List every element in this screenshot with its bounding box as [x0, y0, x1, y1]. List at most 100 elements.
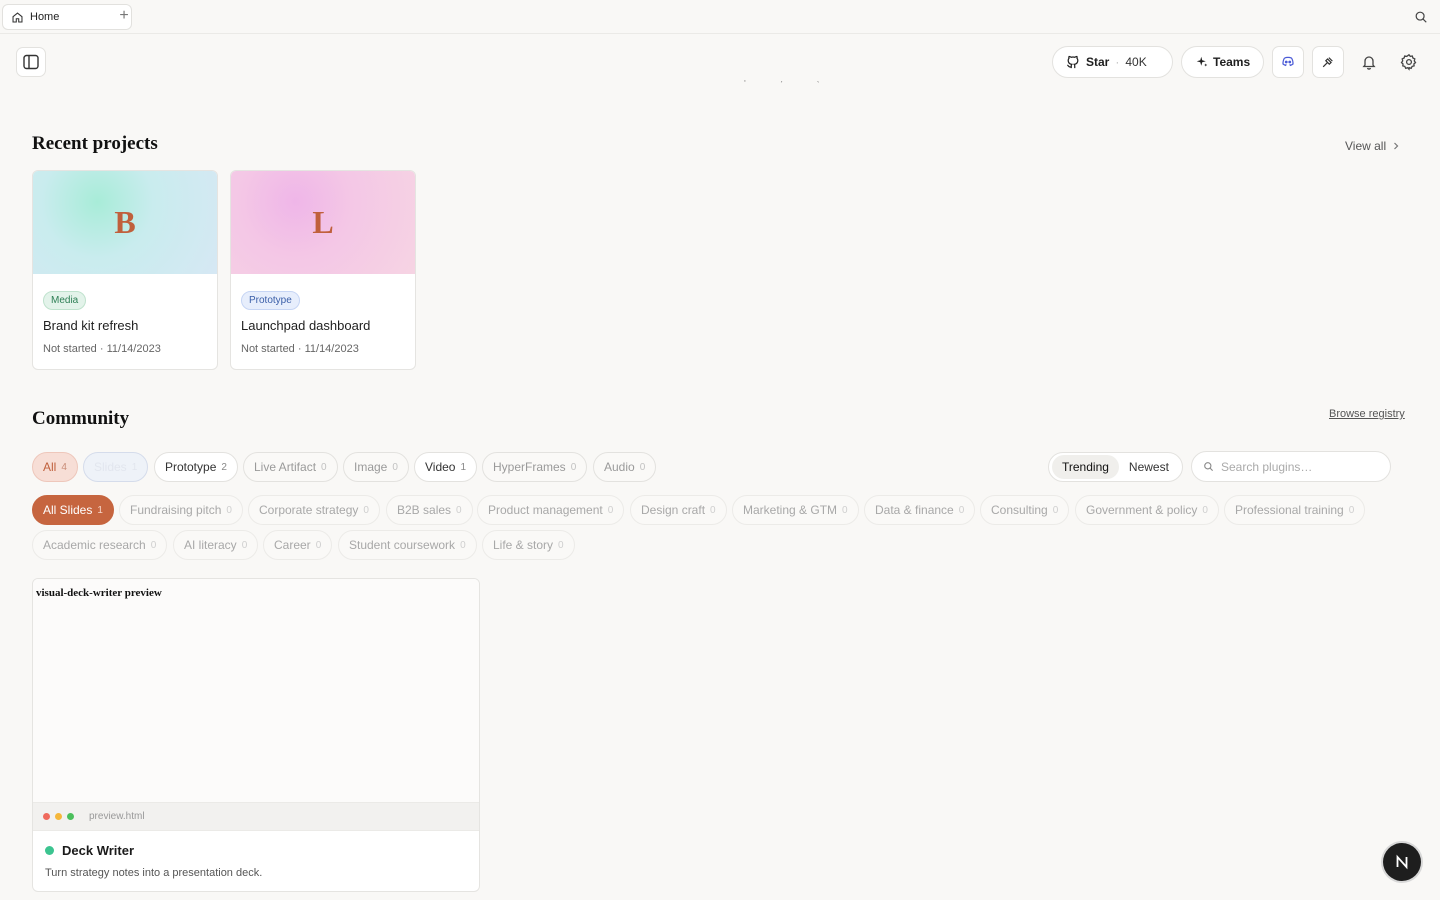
discord-icon — [1282, 56, 1294, 67]
filter-chip-prototype[interactable]: Prototype 2 — [154, 452, 238, 482]
chip-count: 0 — [392, 461, 398, 473]
project-card[interactable]: B Media Brand kit refresh Not started · … — [32, 170, 218, 370]
chip-label: Consulting — [991, 503, 1048, 517]
settings-button[interactable] — [1400, 53, 1418, 71]
category-chip-academic-research[interactable]: Academic research 0 — [32, 530, 168, 560]
tools-button[interactable] — [1312, 46, 1344, 78]
chip-count: 0 — [315, 539, 322, 551]
category-chip-professional-training[interactable]: Professional training 0 — [1224, 495, 1366, 525]
category-chip-ai-literacy[interactable]: AI literacy 0 — [173, 530, 259, 560]
project-thumbnail: L — [231, 171, 415, 274]
n-logo-icon — [1396, 854, 1408, 870]
chip-label: Data & finance — [875, 503, 954, 517]
chip-count: 0 — [150, 539, 157, 551]
discord-button[interactable] — [1272, 46, 1304, 78]
search-icon — [1204, 462, 1214, 472]
chip-count: 0 — [558, 539, 564, 551]
filter-chip-slides[interactable]: Slides 1 — [83, 452, 149, 482]
chip-label: Career — [274, 538, 311, 552]
chip-count: 4 — [61, 461, 67, 473]
filter-chip-live-artifact[interactable]: Live Artifact 0 — [243, 452, 338, 482]
category-chip-corporate-strategy[interactable]: Corporate strategy 0 — [248, 495, 380, 525]
search-icon[interactable] — [1414, 10, 1428, 24]
chip-count: 2 — [221, 461, 227, 473]
chip-label: Corporate strategy — [259, 503, 359, 517]
search-plugins-input[interactable] — [1221, 459, 1381, 474]
github-star-button[interactable]: Star · 40K — [1052, 46, 1173, 78]
chip-count: 1 — [97, 504, 103, 516]
browse-registry-link[interactable]: Browse registry — [1329, 408, 1405, 420]
chip-count: 0 — [241, 539, 248, 551]
window-close-dot — [43, 813, 50, 820]
chip-count: 0 — [456, 504, 462, 516]
category-chip-product-management[interactable]: Product management 0 — [477, 495, 625, 525]
chip-count: 0 — [1348, 504, 1355, 516]
window-maximize-dot — [67, 813, 74, 820]
category-chip-data-finance[interactable]: Data & finance 0 — [864, 495, 976, 525]
plugin-name: Deck Writer — [62, 843, 135, 858]
category-chip-student-coursework[interactable]: Student coursework 0 — [338, 530, 477, 560]
plugin-card[interactable]: visual-deck-writer preview preview.html … — [32, 578, 480, 892]
chip-count: 0 — [1202, 504, 1208, 516]
chip-label: Academic research — [43, 538, 146, 552]
project-status: Not started — [241, 343, 295, 355]
teams-button[interactable]: Teams — [1181, 46, 1264, 78]
chip-label: Government & policy — [1086, 503, 1198, 517]
category-chip-fundraising-pitch[interactable]: Fundraising pitch 0 — [119, 495, 243, 525]
project-meta: Not started · 11/14/2023 — [43, 343, 161, 355]
sort-newest-button[interactable]: Newest — [1119, 455, 1179, 479]
category-chip-design-craft[interactable]: Design craft 0 — [630, 495, 727, 525]
project-date: 11/14/2023 — [304, 343, 359, 355]
chip-count: 0 — [226, 504, 232, 516]
chip-count: 1 — [460, 461, 467, 473]
chip-count: 0 — [958, 504, 965, 516]
view-all-link[interactable]: View all — [1345, 139, 1400, 153]
category-chip-consulting[interactable]: Consulting 0 — [980, 495, 1070, 525]
sparkle-icon — [1196, 56, 1208, 67]
bell-icon — [1362, 56, 1376, 70]
hammer-icon — [1322, 57, 1333, 68]
filter-chip-all[interactable]: All 4 — [32, 452, 78, 482]
chip-count: 0 — [842, 504, 848, 516]
category-chip-all-slides[interactable]: All Slides 1 — [32, 495, 114, 525]
sort-toggle: Trending Newest — [1048, 452, 1183, 482]
status-dot — [45, 846, 54, 855]
category-chip-government-policy[interactable]: Government & policy 0 — [1075, 495, 1219, 525]
chip-label: AI literacy — [184, 538, 237, 552]
new-tab-button[interactable]: + — [116, 8, 132, 24]
sort-trending-button[interactable]: Trending — [1052, 455, 1119, 479]
view-all-label: View all — [1345, 139, 1387, 153]
chip-count: 0 — [607, 504, 614, 516]
chip-count: 0 — [321, 461, 327, 473]
chip-label: All Slides — [43, 503, 93, 517]
filter-chip-hyperframes[interactable]: HyperFrames 0 — [482, 452, 588, 482]
star-label: Star — [1086, 55, 1110, 69]
notifications-button[interactable] — [1360, 53, 1378, 71]
project-status: Not started — [43, 343, 97, 355]
filter-chip-audio[interactable]: Audio 0 — [593, 452, 657, 482]
project-card[interactable]: L Prototype Launchpad dashboard Not star… — [230, 170, 416, 370]
category-chip-marketing-gtm[interactable]: Marketing & GTM 0 — [732, 495, 859, 525]
search-plugins-field — [1191, 451, 1391, 482]
tab-home[interactable]: Home — [2, 4, 132, 30]
next-devtools-button[interactable] — [1383, 843, 1421, 881]
github-icon — [1067, 55, 1079, 69]
star-count: 40K — [1125, 55, 1147, 69]
filter-chip-image[interactable]: Image 0 — [343, 452, 409, 482]
chip-label: Image — [354, 460, 388, 474]
chip-label: Prototype — [165, 460, 217, 474]
category-chip-b2b-sales[interactable]: B2B sales 0 — [386, 495, 473, 525]
tab-bar: Home + — [0, 0, 1440, 34]
category-chip-life-story[interactable]: Life & story 0 — [482, 530, 575, 560]
project-thumbnail: B — [33, 171, 217, 274]
project-tag: Media — [43, 291, 87, 310]
chevron-right-icon — [1394, 142, 1399, 150]
plugin-name-row: Deck Writer — [45, 843, 134, 858]
sidebar-toggle-button[interactable] — [16, 47, 46, 77]
chip-label: Slides — [94, 460, 127, 474]
chip-label: Marketing & GTM — [743, 503, 838, 517]
plugin-preview: visual-deck-writer preview — [33, 579, 479, 802]
filter-chip-video[interactable]: Video 1 — [414, 452, 478, 482]
chip-count: 0 — [570, 461, 577, 473]
category-chip-career[interactable]: Career 0 — [263, 530, 333, 560]
